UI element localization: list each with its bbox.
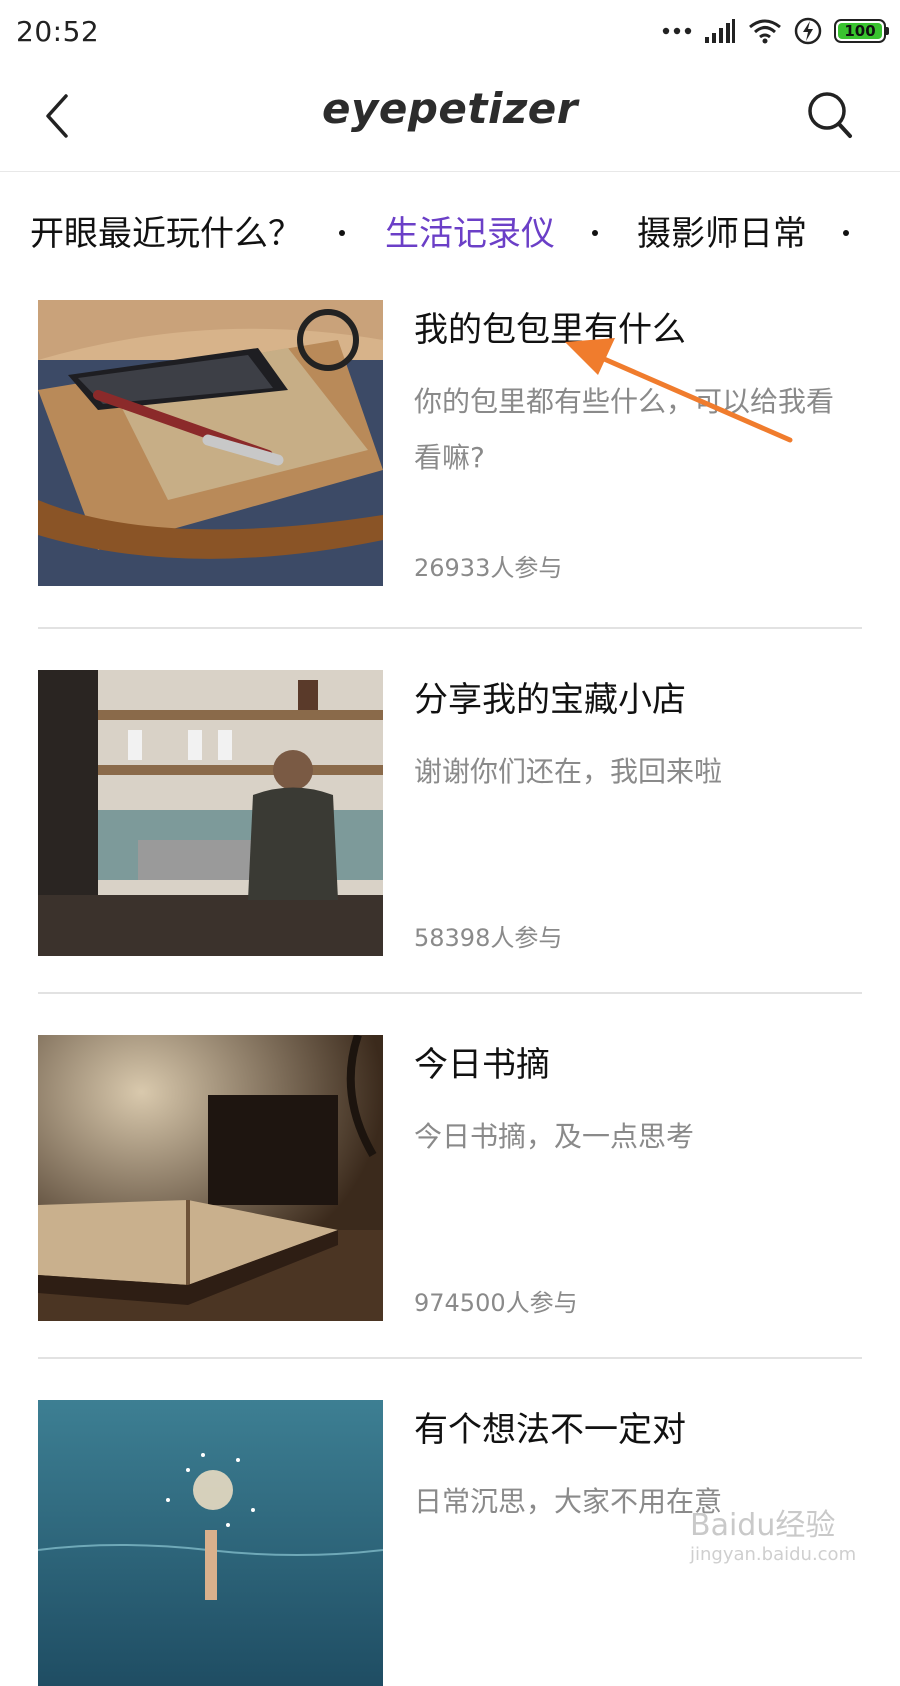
- topic-card[interactable]: 我的包包里有什么 你的包里都有些什么，可以给我看看嘛? 26933人参与: [38, 300, 862, 586]
- divider: [38, 1357, 862, 1359]
- battery-level: 100: [838, 23, 882, 39]
- tab-photographer-daily[interactable]: 摄影师日常: [637, 206, 807, 262]
- card-title: 分享我的宝藏小店: [414, 680, 686, 720]
- status-icons: 100: [662, 17, 889, 45]
- card-description: 今日书摘，及一点思考: [414, 1120, 695, 1153]
- battery-icon: 100: [834, 19, 889, 43]
- card-description: 你的包里都有些什么，可以给我看看嘛?: [414, 385, 835, 474]
- divider: [38, 992, 862, 994]
- tab-what-to-play[interactable]: 开眼最近玩什么？: [30, 206, 302, 262]
- coffee-shop-barista-photo[interactable]: [38, 670, 383, 956]
- signal-icon: [705, 19, 735, 43]
- card-title: 今日书摘: [414, 1045, 550, 1085]
- baidu-watermark-url: jingyan.baidu.com: [690, 1544, 857, 1565]
- bag-contents-photo[interactable]: [38, 300, 383, 586]
- app-logo: eyepetizer: [321, 84, 578, 133]
- more-dots-icon: [662, 27, 692, 35]
- card-title: 有个想法不一定对: [414, 1410, 686, 1450]
- wifi-icon: [749, 19, 781, 44]
- category-tabs: 开眼最近玩什么？ 生活记录仪 摄影师日常: [0, 206, 900, 262]
- tab-life-recorder[interactable]: 生活记录仪: [385, 206, 555, 262]
- tab-separator-dot: [843, 230, 849, 236]
- card-participant-count: 974500人参与: [414, 1289, 578, 1317]
- charging-icon: [794, 17, 822, 45]
- open-book-photo[interactable]: [38, 1035, 383, 1321]
- card-participant-count: 26933人参与: [414, 554, 563, 582]
- search-icon: [808, 92, 852, 138]
- card-title: 我的包包里有什么: [414, 310, 686, 350]
- topic-card[interactable]: 今日书摘 今日书摘，及一点思考 974500人参与: [38, 1035, 862, 1321]
- status-bar: 20:52 100: [0, 0, 900, 62]
- topic-card[interactable]: 分享我的宝藏小店 谢谢你们还在，我回来啦 58398人参与: [38, 670, 862, 956]
- tab-separator-dot: [339, 230, 345, 236]
- divider: [38, 627, 862, 629]
- card-participant-count: 58398人参与: [414, 924, 563, 952]
- card-description: 谢谢你们还在，我回来啦: [414, 755, 723, 788]
- status-time: 20:52: [16, 14, 100, 48]
- search-button[interactable]: [806, 90, 856, 142]
- baidu-watermark: Baidu经验: [690, 1508, 836, 1543]
- app-header: eyepetizer: [0, 62, 900, 172]
- tab-separator-dot: [592, 230, 598, 236]
- sparkler-in-sea-photo[interactable]: [38, 1400, 383, 1686]
